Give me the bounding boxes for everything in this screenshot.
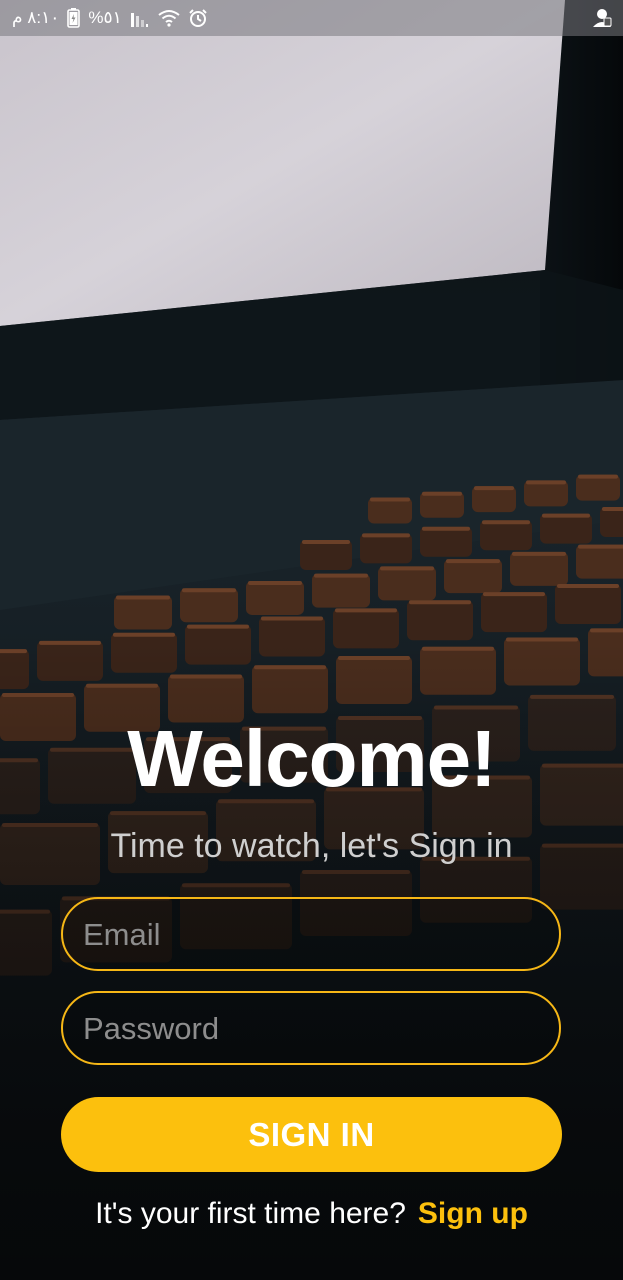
password-input[interactable] bbox=[81, 993, 545, 1065]
login-content: Welcome! Time to watch, let's Sign in SI… bbox=[0, 0, 623, 1280]
email-input[interactable] bbox=[81, 899, 545, 971]
sign-in-button[interactable]: SIGN IN bbox=[61, 1097, 562, 1172]
welcome-subtitle: Time to watch, let's Sign in bbox=[110, 827, 513, 865]
sign-up-link[interactable]: Sign up bbox=[418, 1197, 528, 1230]
welcome-title: Welcome! bbox=[127, 714, 496, 803]
signup-prompt: It's your first time here? bbox=[95, 1197, 406, 1230]
login-screen: ٨:١٠ م %٥١ Welcome! Time to watch, let's… bbox=[0, 0, 623, 1280]
password-field-container[interactable] bbox=[61, 991, 561, 1065]
email-field-container[interactable] bbox=[61, 897, 561, 971]
signup-row: It's your first time here? Sign up bbox=[0, 1194, 623, 1234]
